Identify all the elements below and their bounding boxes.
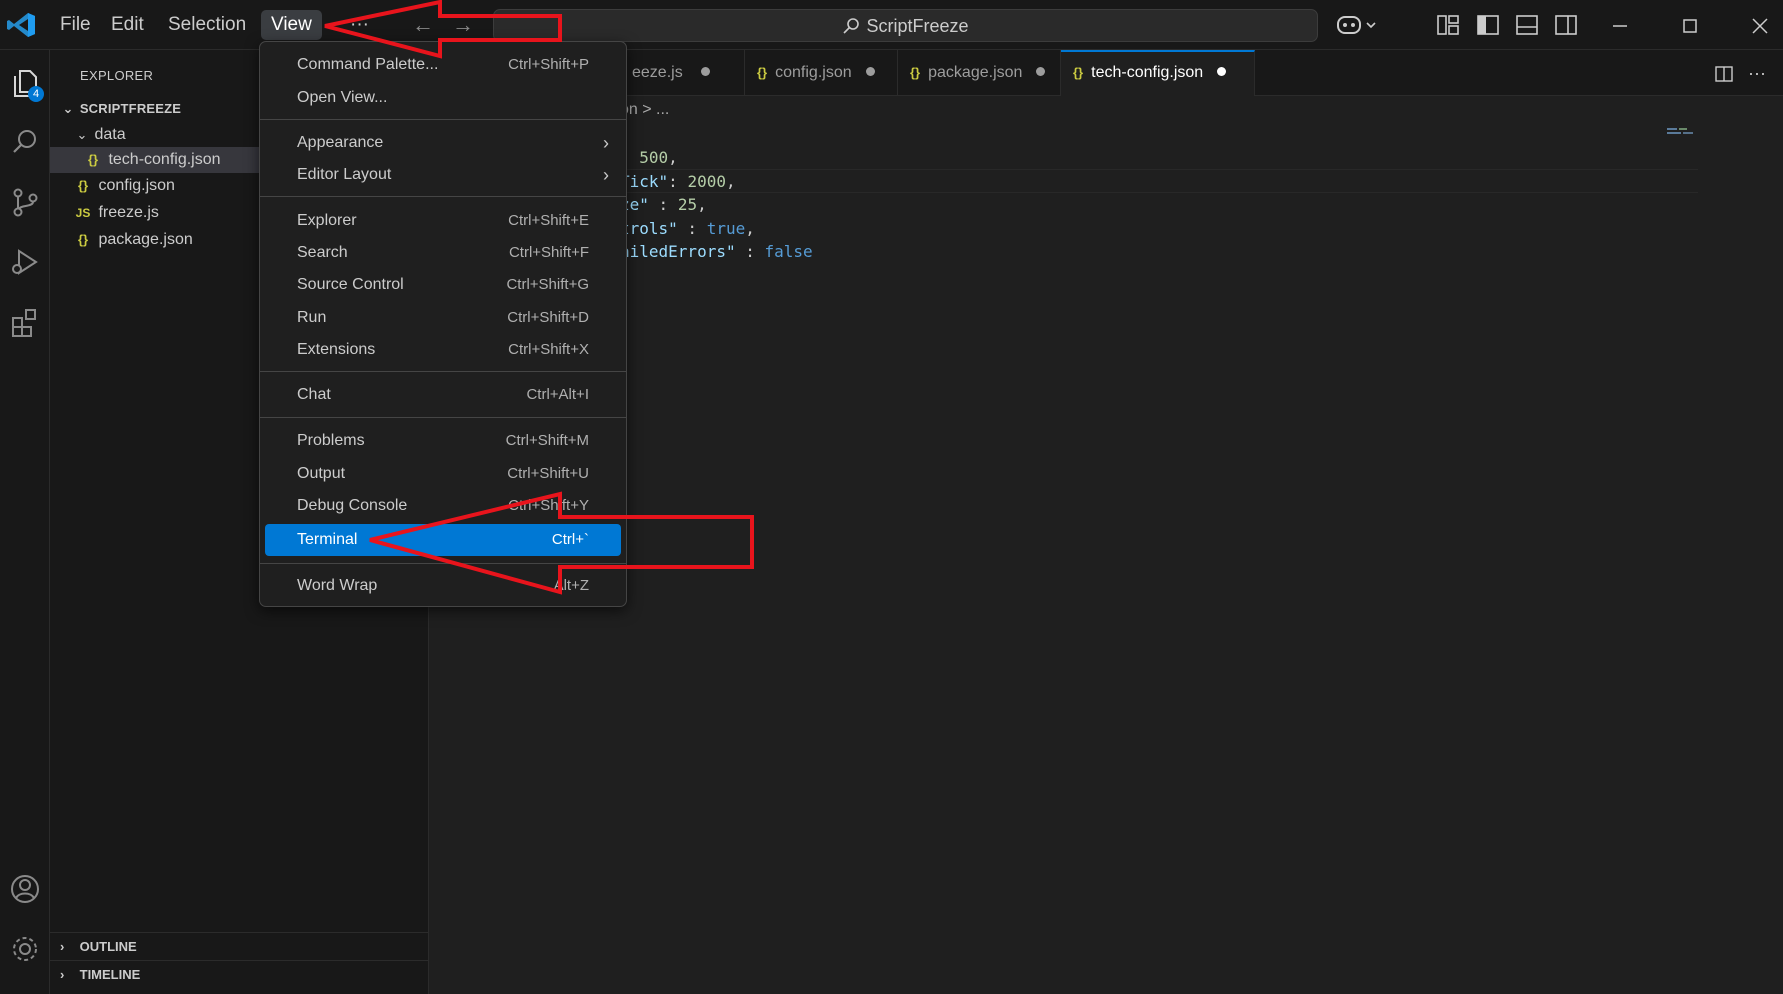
tab-tech-config-json[interactable]: {} tech-config.json xyxy=(1061,50,1255,96)
menu-more[interactable]: ··· xyxy=(340,10,379,40)
view-menu: Command Palette... Ctrl+Shift+P Open View… xyxy=(259,41,627,607)
json-file-icon: {} xyxy=(757,65,768,80)
customize-layout-icon[interactable] xyxy=(1435,12,1461,38)
tab-config-json[interactable]: {} config.json xyxy=(745,50,898,96)
menu-separator xyxy=(260,563,626,564)
search-icon[interactable] xyxy=(8,125,42,159)
code-line: Tick": 2000, xyxy=(620,171,736,191)
sidebar-title: EXPLORER xyxy=(80,68,154,83)
menu-file[interactable]: File xyxy=(50,10,101,40)
vscode-logo-icon xyxy=(7,13,35,37)
tree-file-label: config.json xyxy=(98,177,175,194)
minimize-icon[interactable] xyxy=(1600,8,1640,42)
nav-back-icon[interactable]: ← xyxy=(412,12,434,38)
tab-bar: eeze.js {} config.json {} package.json {} t… xyxy=(430,50,1783,96)
tree-file-label: freeze.js xyxy=(98,204,159,221)
timeline-label: TIMELINE xyxy=(79,967,141,982)
menu-item-open-view[interactable]: Open View... xyxy=(265,83,621,113)
split-editor-icon[interactable] xyxy=(1713,62,1735,84)
minimap[interactable] xyxy=(1667,126,1697,136)
search-icon xyxy=(843,18,860,34)
extensions-icon[interactable] xyxy=(8,305,42,339)
menu-separator xyxy=(260,371,626,372)
menu-separator xyxy=(260,196,626,197)
menu-item-word-wrap[interactable]: Word Wrap Alt+Z xyxy=(265,571,621,601)
tab-package-json[interactable]: {} package.json xyxy=(898,50,1061,96)
tree-folder-label: data xyxy=(94,126,126,143)
chevron-right-icon: › xyxy=(603,133,609,153)
copilot-icon[interactable] xyxy=(1336,12,1378,38)
menu-item-search[interactable]: Search Ctrl+Shift+F xyxy=(265,238,621,268)
chevron-right-icon: › xyxy=(603,165,609,185)
menu-item-output[interactable]: Output Ctrl+Shift+U xyxy=(265,459,621,489)
code-line: ailedErrors" : false xyxy=(620,242,813,261)
menu-edit[interactable]: Edit xyxy=(101,10,154,40)
editor-area: eeze.js {} config.json {} package.json {} t… xyxy=(430,50,1783,994)
tab-label: tech-config.json xyxy=(1091,64,1204,81)
maximize-icon[interactable] xyxy=(1670,8,1710,42)
toggle-panel-icon[interactable] xyxy=(1514,12,1540,38)
chevron-down-icon: ⌄ xyxy=(76,127,88,142)
menu-item-explorer[interactable]: Explorer Ctrl+Shift+E xyxy=(265,206,621,236)
outline-label: OUTLINE xyxy=(79,939,137,954)
unsaved-dot-icon xyxy=(1217,67,1227,76)
unsaved-dot-icon xyxy=(865,67,875,76)
menu-selection[interactable]: Selection xyxy=(158,10,256,40)
chevron-right-icon: › xyxy=(60,939,65,954)
command-center-text: ScriptFreeze xyxy=(866,16,969,36)
unsaved-dot-icon xyxy=(700,67,710,76)
tab-freeze-js[interactable]: eeze.js xyxy=(620,50,745,96)
toggle-primary-sidebar-icon[interactable] xyxy=(1475,12,1501,38)
menu-item-debug-console[interactable]: Debug Console Ctrl+Shift+Y xyxy=(265,491,621,521)
code-line: 500, xyxy=(639,148,678,167)
menu-item-chat[interactable]: Chat Ctrl+Alt+I xyxy=(265,380,621,410)
nav-forward-icon[interactable]: → xyxy=(452,12,474,38)
json-file-icon: {} xyxy=(87,152,99,167)
close-icon[interactable] xyxy=(1740,8,1780,42)
menu-item-command-palette[interactable]: Command Palette... Ctrl+Shift+P xyxy=(265,50,621,80)
command-center[interactable]: ScriptFreeze xyxy=(493,9,1318,42)
tab-label: eeze.js xyxy=(632,64,683,81)
menu-item-extensions[interactable]: Extensions Ctrl+Shift+X xyxy=(265,335,621,365)
menu-item-problems[interactable]: Problems Ctrl+Shift+M xyxy=(265,426,621,456)
activity-bar: 4 xyxy=(0,50,50,994)
menu-item-appearance[interactable]: Appearance › xyxy=(265,128,621,158)
menu-separator xyxy=(260,417,626,418)
json-file-icon: {} xyxy=(1073,65,1084,80)
menu-item-source-control[interactable]: Source Control Ctrl+Shift+G xyxy=(265,270,621,300)
gear-icon[interactable] xyxy=(8,932,42,966)
code-line: ze" : 25, xyxy=(620,195,707,214)
menu-separator xyxy=(260,119,626,120)
json-file-icon: {} xyxy=(910,65,921,80)
outline-section[interactable]: › OUTLINE xyxy=(50,932,429,960)
js-file-icon: JS xyxy=(75,206,91,220)
source-control-icon[interactable] xyxy=(8,185,42,219)
menu-item-terminal[interactable]: Terminal Ctrl+` xyxy=(265,524,621,556)
unsaved-dot-icon xyxy=(1036,67,1046,76)
json-file-icon: {} xyxy=(77,178,89,193)
tab-label: config.json xyxy=(775,64,852,81)
more-actions-icon[interactable]: ··· xyxy=(1746,62,1768,84)
tab-label: package.json xyxy=(928,64,1023,81)
chevron-right-icon: › xyxy=(60,967,65,982)
menu-view[interactable]: View xyxy=(261,10,322,40)
account-icon[interactable] xyxy=(8,872,42,906)
timeline-section[interactable]: › TIMELINE xyxy=(50,960,429,988)
explorer-badge: 4 xyxy=(28,86,44,102)
tree-file-label: package.json xyxy=(98,231,193,248)
chevron-down-icon: ⌄ xyxy=(62,101,74,116)
menu-item-editor-layout[interactable]: Editor Layout › xyxy=(265,160,621,190)
tree-root-label: SCRIPTFREEZE xyxy=(79,101,182,116)
run-debug-icon[interactable] xyxy=(8,245,42,279)
menu-item-run[interactable]: Run Ctrl+Shift+D xyxy=(265,303,621,333)
tree-file-label: tech-config.json xyxy=(108,151,221,168)
json-file-icon: {} xyxy=(77,232,89,247)
code-content[interactable]: 500, Tick": 2000, ze" : 25, trols" : true, a… xyxy=(620,146,813,264)
toggle-secondary-sidebar-icon[interactable] xyxy=(1553,12,1579,38)
breadcrumb[interactable]: on > ... xyxy=(620,101,669,119)
code-line: trols" : true, xyxy=(620,218,755,238)
